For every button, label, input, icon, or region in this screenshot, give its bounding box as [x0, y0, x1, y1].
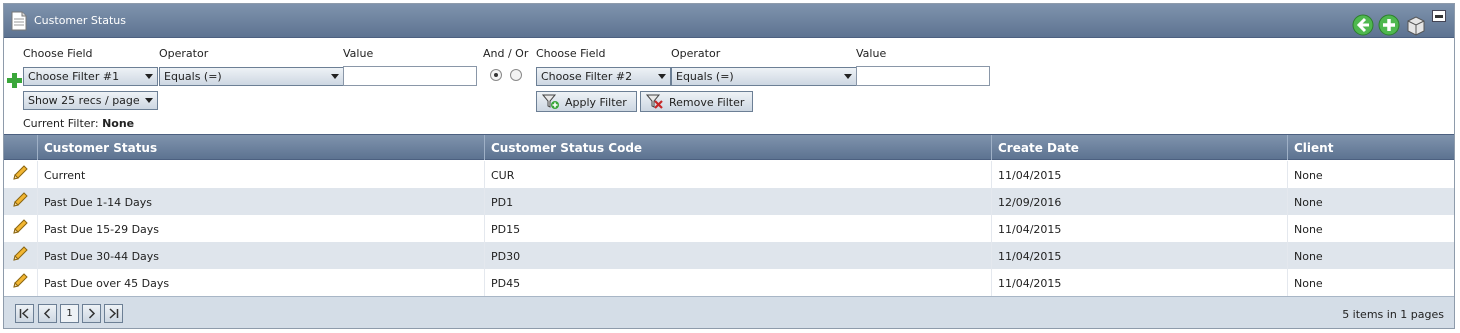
table-row: Past Due 1-14 Days PD1 12/09/2016 None: [4, 188, 1454, 215]
title-bar: Customer Status: [4, 4, 1454, 38]
cell-client: None: [1287, 269, 1454, 296]
column-header-create-date[interactable]: Create Date: [991, 135, 1287, 160]
first-page-icon: [19, 308, 29, 319]
value-1-input[interactable]: [343, 66, 477, 86]
grid-header: Customer Status Customer Status Code Cre…: [4, 134, 1454, 160]
cell-status-code: CUR: [484, 161, 991, 188]
remove-filter-icon: [646, 94, 663, 109]
cell-create-date: 12/09/2016: [991, 188, 1287, 215]
last-page-button[interactable]: [104, 304, 123, 323]
add-icon[interactable]: [1378, 14, 1400, 36]
prev-page-button[interactable]: [38, 304, 57, 323]
window-title: Customer Status: [34, 14, 126, 27]
choose-field-1-label: Choose Field: [23, 47, 93, 60]
cell-client: None: [1287, 242, 1454, 269]
cell-create-date: 11/04/2015: [991, 161, 1287, 188]
or-radio[interactable]: [510, 69, 522, 81]
next-page-button[interactable]: [82, 304, 101, 323]
add-filter-icon[interactable]: [7, 73, 22, 88]
operator-1-label: Operator: [159, 47, 209, 60]
cell-status-code: PD45: [484, 269, 991, 296]
cell-customer-status: Current: [37, 161, 484, 188]
operator-2-select[interactable]: Equals (=): [671, 67, 857, 86]
field-2-select[interactable]: Choose Filter #2: [536, 67, 671, 86]
value-2-label: Value: [856, 47, 887, 60]
edit-pencil-icon[interactable]: [12, 273, 28, 289]
apply-filter-icon: [542, 94, 559, 109]
table-row: Past Due 15-29 Days PD15 11/04/2015 None: [4, 215, 1454, 242]
cell-client: None: [1287, 188, 1454, 215]
minimize-icon[interactable]: [1432, 10, 1446, 22]
next-page-icon: [88, 308, 96, 319]
column-header-customer-status-code[interactable]: Customer Status Code: [484, 135, 991, 160]
page-number-button[interactable]: 1: [60, 304, 79, 323]
export-icon[interactable]: [1404, 14, 1426, 36]
cell-status-code: PD1: [484, 188, 991, 215]
customer-status-panel: Customer Status Choose Field Operator Va…: [3, 3, 1455, 329]
edit-pencil-icon[interactable]: [12, 219, 28, 235]
and-or-label: And / Or: [483, 47, 529, 60]
cell-status-code: PD30: [484, 242, 991, 269]
value-1-label: Value: [343, 47, 374, 60]
last-page-icon: [109, 308, 119, 319]
pager-info: 5 items in 1 pages: [1342, 308, 1444, 321]
cell-customer-status: Past Due 1-14 Days: [37, 188, 484, 215]
cell-create-date: 11/04/2015: [991, 215, 1287, 242]
choose-field-2-label: Choose Field: [536, 47, 606, 60]
operator-2-label: Operator: [671, 47, 721, 60]
field-1-select[interactable]: Choose Filter #1: [23, 67, 158, 86]
current-filter-value: None: [102, 117, 135, 130]
cell-client: None: [1287, 215, 1454, 242]
cell-customer-status: Past Due 30-44 Days: [37, 242, 484, 269]
back-arrow-icon[interactable]: [1352, 14, 1374, 36]
remove-filter-button[interactable]: Remove Filter: [640, 91, 753, 112]
and-radio[interactable]: [490, 69, 502, 81]
table-row: Past Due 30-44 Days PD30 11/04/2015 None: [4, 242, 1454, 269]
apply-filter-button[interactable]: Apply Filter: [536, 91, 637, 112]
first-page-button[interactable]: [15, 304, 34, 323]
page-size-select[interactable]: Show 25 recs / page: [23, 91, 158, 110]
cell-client: None: [1287, 161, 1454, 188]
edit-pencil-icon[interactable]: [12, 165, 28, 181]
cell-customer-status: Past Due 15-29 Days: [37, 215, 484, 242]
edit-pencil-icon[interactable]: [12, 246, 28, 262]
prev-page-icon: [43, 308, 51, 319]
table-row: Current CUR 11/04/2015 None: [4, 161, 1454, 188]
column-header-client[interactable]: Client: [1287, 135, 1454, 160]
cell-create-date: 11/04/2015: [991, 242, 1287, 269]
cell-create-date: 11/04/2015: [991, 269, 1287, 296]
cell-customer-status: Past Due over 45 Days: [37, 269, 484, 296]
edit-pencil-icon[interactable]: [12, 192, 28, 208]
document-icon: [11, 11, 27, 31]
table-row: Past Due over 45 Days PD45 11/04/2015 No…: [4, 269, 1454, 296]
value-2-input[interactable]: [856, 66, 990, 86]
column-header-customer-status[interactable]: Customer Status: [37, 135, 484, 160]
filter-area: Choose Field Operator Value And / Or Cho…: [4, 38, 1454, 130]
operator-1-select[interactable]: Equals (=): [159, 67, 344, 86]
cell-status-code: PD15: [484, 215, 991, 242]
pager: 1 5 items in 1 pages: [4, 296, 1454, 328]
current-filter: Current Filter: None: [23, 117, 135, 130]
